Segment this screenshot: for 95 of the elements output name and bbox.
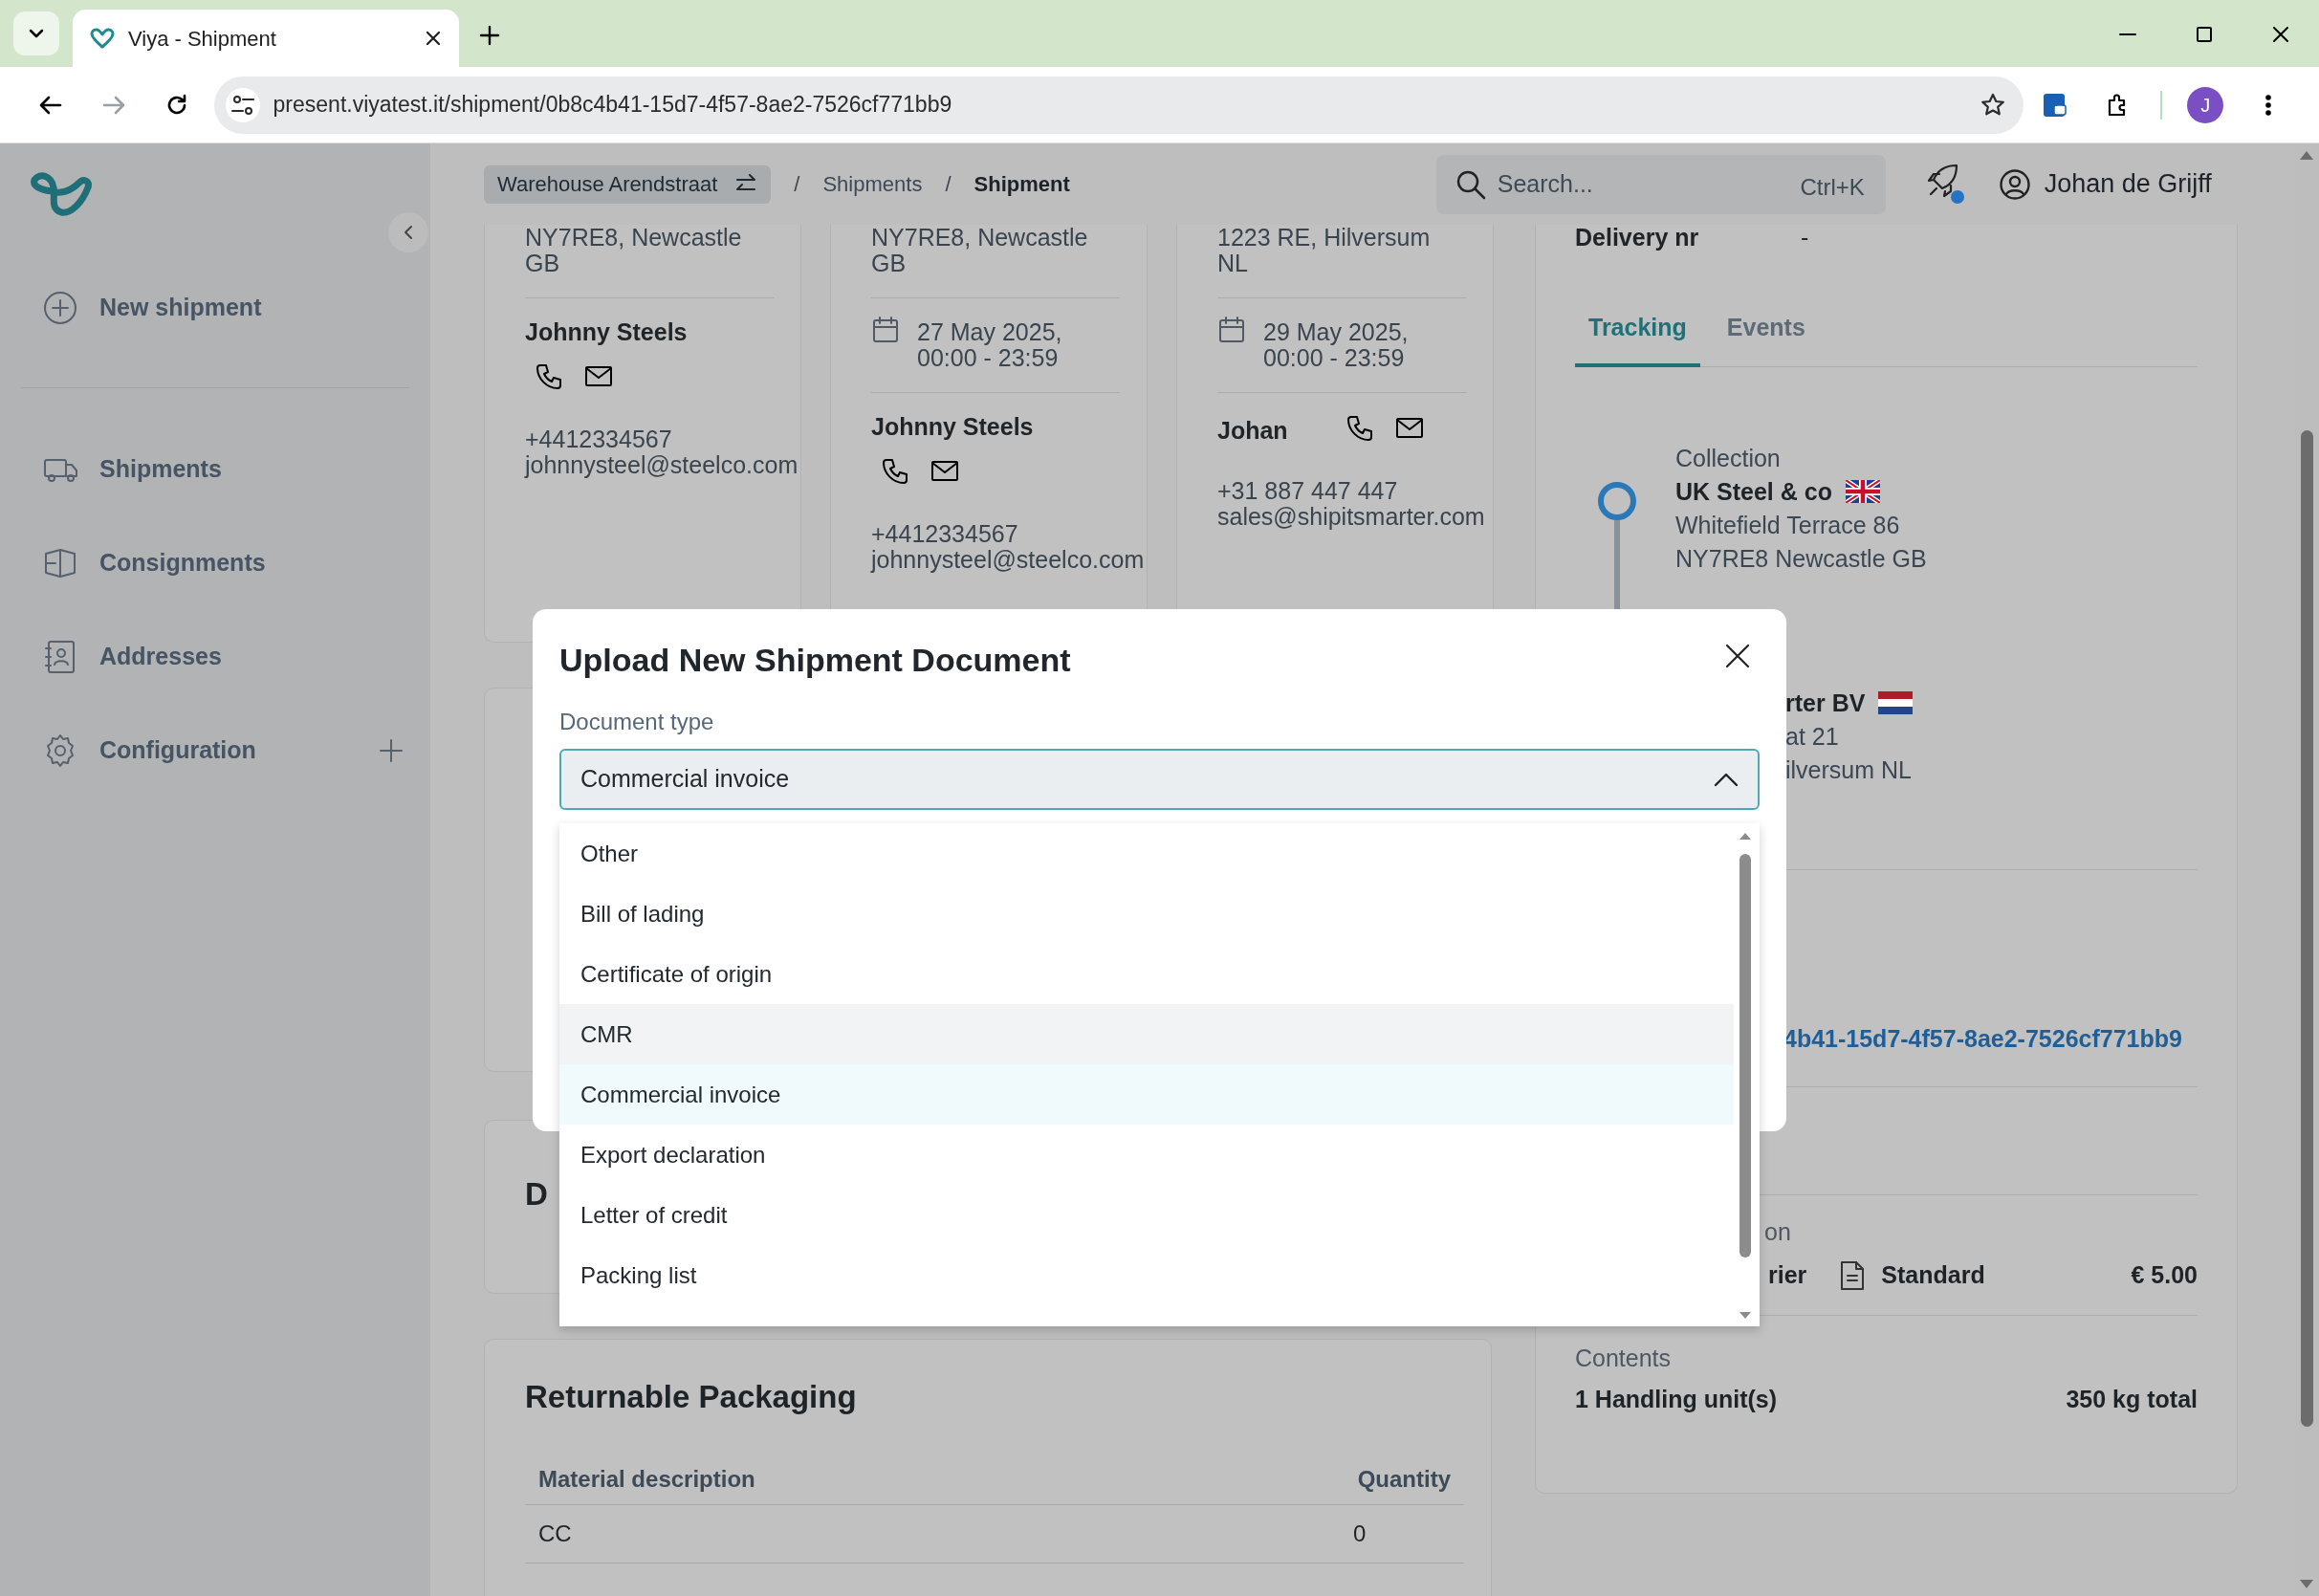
scrollbar-thumb[interactable] — [1739, 854, 1751, 1257]
close-icon — [1725, 644, 1750, 668]
price: € 5.00 — [2131, 1260, 2198, 1290]
profile-button[interactable]: J — [2174, 77, 2238, 132]
keyboard-shortcut: Ctrl+K — [1800, 172, 1865, 202]
address-line: 1223 RE, Hilversum — [1217, 225, 1431, 251]
modal-title: Upload New Shipment Document — [559, 641, 1071, 680]
scroll-up-icon[interactable] — [1739, 831, 1752, 841]
close-icon[interactable] — [425, 30, 442, 47]
flag-icon — [1845, 480, 1880, 503]
document-icon — [1839, 1259, 1867, 1291]
stop-name: UK Steel & co — [1675, 476, 1832, 507]
email-address: sales@shipitsmarter.com — [1217, 504, 1485, 530]
address-line: Whitefield Terrace 86 — [1675, 510, 1901, 540]
contact-name: Johnny Steels — [871, 414, 1035, 440]
date-line: 29 May 2025, — [1263, 319, 1409, 345]
whats-new-button[interactable] — [1925, 163, 1962, 206]
contact-name: Johnny Steels — [525, 319, 689, 345]
sidebar-item[interactable]: Shipments — [0, 441, 430, 498]
address-line: NY7RE8, Newcastle — [525, 225, 742, 251]
table-cell: CC — [525, 1504, 1340, 1563]
scroll-down-icon[interactable] — [1739, 1311, 1752, 1321]
email-address: johnnysteel@steelco.com — [871, 547, 1145, 573]
phone-icon — [881, 457, 909, 486]
url-text: present.viyatest.it/shipment/0b8c4b41-15d7-4f57-8ae2-7526cf771bb9 — [273, 91, 953, 120]
field-label: on — [1764, 1216, 1792, 1247]
scroll-up-icon[interactable] — [2299, 149, 2314, 161]
tab-search-button[interactable] — [13, 11, 59, 55]
address-line: NY7RE8, Newcastle — [871, 225, 1088, 251]
maximize-icon — [2196, 26, 2213, 43]
handling-units: 1 Handling unit(s) — [1575, 1385, 1778, 1414]
stop-name: rter BV — [1785, 688, 1866, 718]
dropdown-option[interactable]: Commercial invoice — [559, 1064, 1734, 1125]
dropdown-option[interactable]: Other — [559, 823, 1734, 884]
address-bar[interactable]: present.viyatest.it/shipment/0b8c4b41-15d7-4f57-8ae2-7526cf771bb9 — [213, 76, 2024, 134]
collapse-button[interactable] — [388, 212, 428, 252]
phone-icon — [1345, 414, 1374, 443]
location-switcher[interactable]: Warehouse Arendstraat — [484, 164, 772, 204]
tab-title: Viya - Shipment — [128, 25, 277, 53]
contact-name: Johan — [1217, 418, 1289, 444]
calendar-icon — [871, 316, 900, 344]
minimize-icon — [2119, 33, 2136, 36]
date-line: 27 May 2025, — [917, 319, 1062, 345]
column-header: Quantity — [1340, 1454, 1464, 1505]
breadcrumb-link[interactable]: Shipment — [974, 168, 1070, 200]
field-value: - — [1801, 225, 1809, 251]
section-title: Returnable Packaging — [525, 1378, 858, 1416]
sidebar-item[interactable]: Configuration — [0, 722, 430, 779]
address-line: NL — [1217, 251, 1248, 276]
scroll-down-icon[interactable] — [2299, 1579, 2314, 1590]
breadcrumb-separator: / — [945, 171, 952, 198]
address-line: at 21 — [1785, 721, 1840, 752]
date-line: 00:00 - 23:59 — [917, 345, 1060, 371]
document-type-select[interactable]: Commercial invoice — [559, 748, 1760, 810]
phone-number: +4412334567 — [871, 521, 1018, 547]
column-header: Material description — [525, 1454, 1340, 1505]
scrollbar-thumb[interactable] — [2301, 430, 2313, 1427]
phone-number: +31 887 447 447 — [1217, 478, 1398, 504]
field-label: Delivery nr — [1575, 225, 1700, 251]
address-line: NY7RE8 Newcastle GB — [1675, 543, 1927, 574]
flag-icon — [1878, 691, 1914, 714]
calendar-icon — [1217, 316, 1246, 344]
plus-icon — [478, 24, 501, 47]
card-title: D — [525, 1175, 549, 1213]
date-line: 00:00 - 23:59 — [1263, 345, 1406, 371]
breadcrumb-separator: / — [794, 171, 800, 198]
user-circle-icon — [1998, 167, 2031, 201]
heart-icon — [90, 28, 115, 49]
carrier-name: rier — [1768, 1260, 1807, 1290]
email-address: johnnysteel@steelco.com — [525, 452, 799, 478]
service-level: Standard — [1881, 1260, 1985, 1290]
field-label: Contents — [1575, 1343, 1673, 1373]
reference-link[interactable]: 4b41-15d7-4f57-8ae2-7526cf771bb9 — [1783, 1024, 2182, 1052]
plus-circle-icon — [42, 290, 78, 326]
breadcrumb-link[interactable]: Shipments — [822, 168, 923, 200]
phone-number: +4412334567 — [525, 426, 672, 452]
sidebar-item[interactable]: New shipment — [0, 279, 430, 337]
close-icon — [2272, 26, 2289, 43]
address-line: GB — [871, 251, 907, 276]
address-line: GB — [525, 251, 560, 276]
table-cell: 0 — [1340, 1504, 1464, 1563]
sidebar-item[interactable]: Consignments — [0, 535, 430, 592]
user-menu[interactable]: Johan de Grijff — [1998, 164, 2212, 204]
search-icon — [1455, 168, 1486, 200]
menu-icon — [2265, 94, 2272, 116]
phone-icon — [535, 362, 563, 391]
total-weight: 350 kg total — [2066, 1385, 2198, 1414]
profile-avatar: J — [2187, 86, 2224, 123]
field-label: Document type — [559, 707, 715, 736]
browser-tab[interactable]: Viya - Shipment — [73, 10, 459, 67]
dropdown-option[interactable]: CMR — [559, 1004, 1734, 1064]
address-line: ilversum NL — [1785, 754, 1913, 785]
sidebar-item[interactable]: Addresses — [0, 628, 430, 686]
plus-icon[interactable] — [379, 738, 404, 763]
stop-type: Collection — [1675, 443, 1782, 473]
